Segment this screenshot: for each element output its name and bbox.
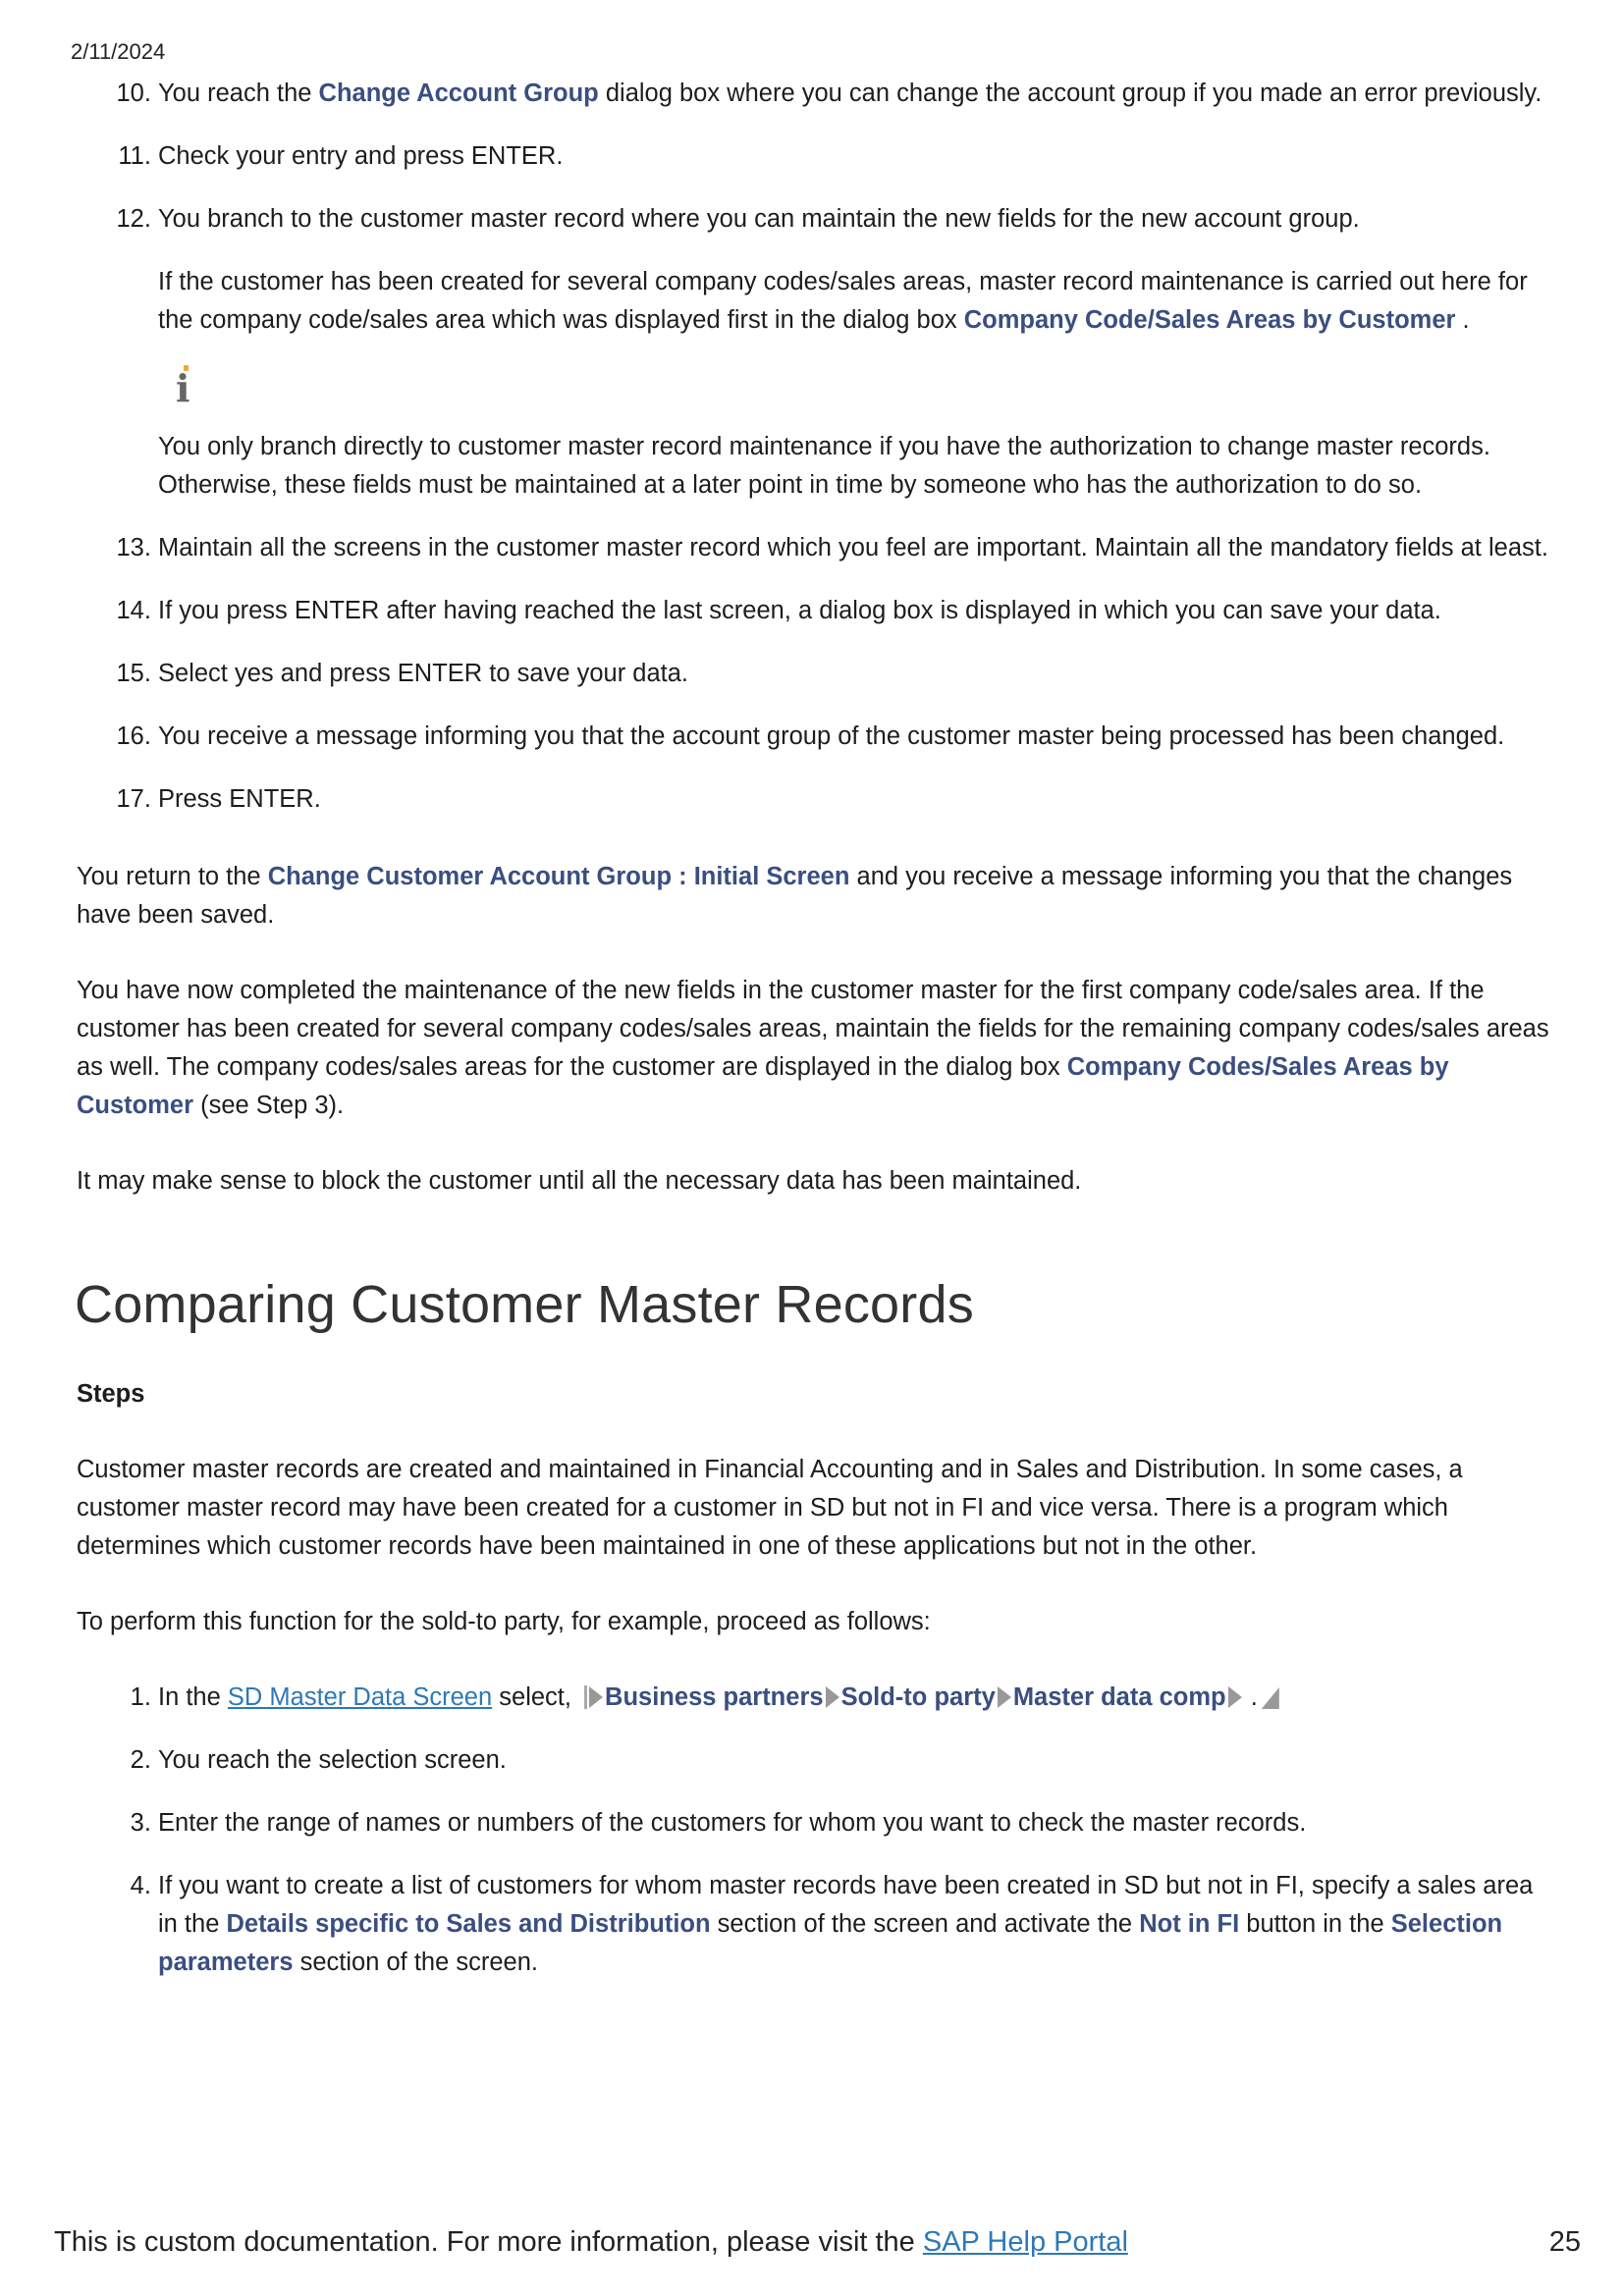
paragraph: Customer master records are created and … [77,1456,1463,1560]
list-item: Maintain all the screens in the customer… [158,529,1549,567]
step-text: select, [492,1683,579,1711]
paragraph: It may make sense to block the customer … [77,1167,1082,1195]
menu-path-item: Master data comp [1012,1683,1226,1711]
menu-path-start-icon [584,1685,588,1709]
list-item: Select yes and press ENTER to save your … [158,655,1549,693]
step-text: dialog box where you can change the acco… [598,80,1542,107]
step-text: button in the [1239,1910,1391,1938]
print-date: 2/11/2024 [71,39,166,64]
list-item: You receive a message informing you that… [158,718,1549,756]
procedure-list-continued: You reach the Change Account Group dialo… [77,75,1549,819]
step-text: You branch to the customer master record… [158,205,1360,233]
paragraph: To perform this function for the sold-to… [77,1608,931,1635]
list-item: If you press ENTER after having reached … [158,592,1549,630]
step-text: In the [158,1683,228,1711]
sap-help-portal-link[interactable]: SAP Help Portal [923,2226,1128,2258]
procedure-list: In the SD Master Data Screen select, Bus… [77,1679,1549,1982]
step-text: section of the screen and activate the [710,1910,1140,1938]
paragraph-text: You return to the [77,863,268,890]
ui-term: Change Customer Account Group : Initial … [267,863,850,890]
menu-path-item: Sold-to party [840,1683,996,1711]
ui-term: Change Account Group [318,80,599,107]
list-item: Press ENTER. [158,780,1549,819]
detail-text: . [1455,306,1470,334]
step-text: . [1243,1683,1258,1711]
paragraph-text: (see Step 3). [193,1092,345,1119]
list-item: Enter the range of names or numbers of t… [158,1804,1549,1842]
info-icon: i [176,365,190,410]
page-number: 25 [1548,2226,1581,2258]
list-item: You branch to the customer master record… [158,200,1549,505]
menu-arrow-icon [589,1686,604,1708]
menu-path-item: Business partners [605,1683,824,1711]
ui-term: Not in FI [1139,1910,1240,1938]
ui-term: Details specific to Sales and Distributi… [226,1910,711,1938]
step-detail: If the customer has been created for sev… [158,263,1549,340]
footer-text: This is custom documentation. For more i… [54,2226,923,2258]
page-footer: This is custom documentation. For more i… [54,2226,1581,2259]
sd-master-data-screen-link[interactable]: SD Master Data Screen [228,1683,492,1711]
note-text: You only branch directly to customer mas… [158,433,1490,499]
list-item: You reach the selection screen. [158,1741,1549,1780]
list-item: Check your entry and press ENTER. [158,137,1549,176]
document-body: You reach the Change Account Group dialo… [75,75,1549,2006]
menu-path-end-icon [1261,1687,1279,1709]
paragraph: You return to the Change Customer Accoun… [77,858,1549,934]
list-item: In the SD Master Data Screen select, Bus… [158,1679,1549,1717]
steps-heading: Steps [77,1380,145,1408]
paragraph: You have now completed the maintenance o… [77,972,1549,1125]
step-text: section of the screen. [293,1949,538,1976]
section-title: Comparing Customer Master Records [75,1275,974,1334]
list-item: If you want to create a list of customer… [158,1867,1549,1982]
menu-arrow-icon [997,1686,1011,1708]
step-text: You reach the [158,80,319,107]
ui-term: Company Code/Sales Areas by Customer [963,306,1456,334]
list-item: You reach the Change Account Group dialo… [158,75,1549,113]
menu-arrow-icon [1227,1686,1242,1708]
menu-arrow-icon [825,1686,839,1708]
